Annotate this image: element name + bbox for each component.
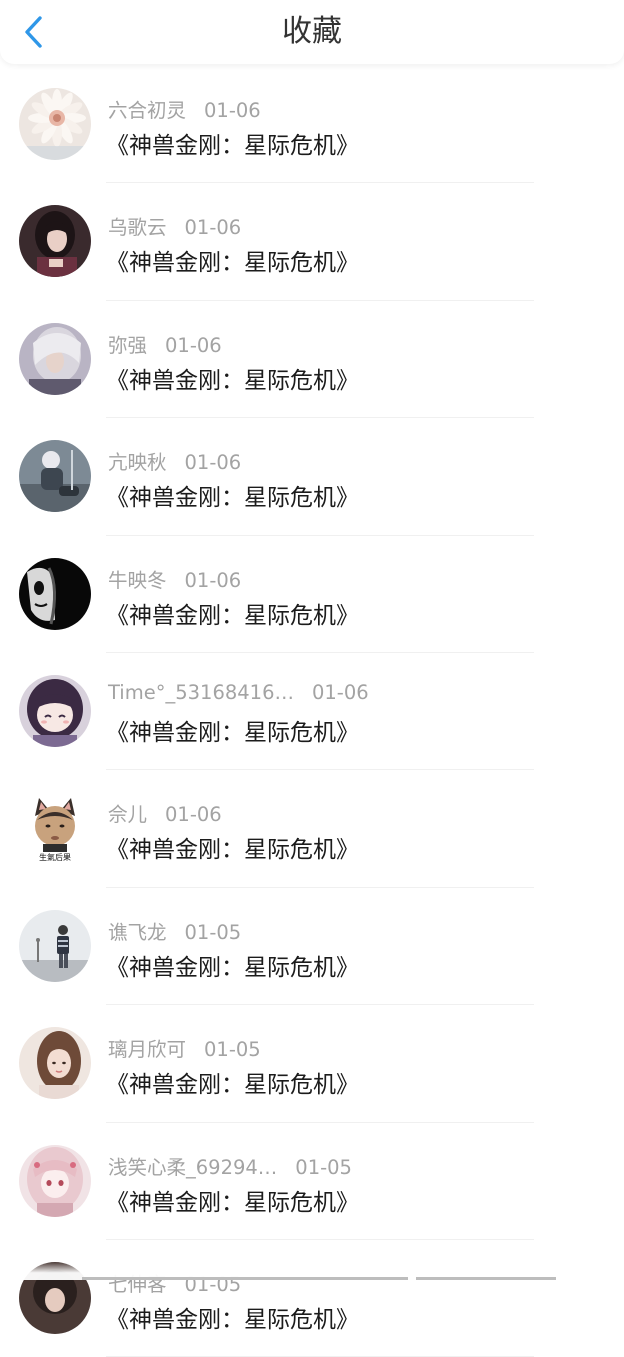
avatar[interactable] bbox=[19, 205, 91, 278]
item-date: 01-05 bbox=[184, 920, 242, 944]
user-name: 璃月欣可 bbox=[108, 1038, 187, 1062]
favorite-title: 《神兽金刚：星际危机》 bbox=[106, 837, 359, 864]
skater-avatar-icon bbox=[19, 440, 91, 513]
list-item[interactable]: 乌歌云 01-06 《神兽金刚：星际危机》 bbox=[0, 183, 624, 301]
avatar[interactable] bbox=[19, 1144, 91, 1217]
item-date: 01-05 bbox=[204, 1038, 261, 1062]
girl-portrait-avatar-icon bbox=[19, 1027, 91, 1100]
avatar[interactable]: 生氣后果 bbox=[19, 792, 91, 865]
item-meta: 弥强 01-06 bbox=[108, 329, 222, 358]
item-meta: 浅笑心柔_69294… 01-05 bbox=[108, 1151, 352, 1180]
avatar[interactable] bbox=[19, 88, 91, 160]
item-date: 01-06 bbox=[165, 333, 222, 357]
item-meta: 佘儿 01-06 bbox=[108, 798, 222, 827]
item-meta: Time°_53168416… 01-06 bbox=[108, 681, 369, 704]
page-title: 收藏 bbox=[282, 14, 342, 49]
list-item[interactable]: 六合初灵 01-06 《神兽金刚：星际危机》 bbox=[0, 66, 624, 184]
item-date: 01-06 bbox=[204, 99, 261, 122]
list-item[interactable]: 亢映秋 01-06 《神兽金刚：星际危机》 bbox=[0, 418, 624, 536]
user-name: 佘儿 bbox=[108, 803, 148, 827]
item-meta: 亢映秋 01-06 bbox=[108, 446, 241, 475]
item-meta: 乌歌云 01-06 bbox=[108, 211, 241, 240]
top-navigation-bar: 收藏 bbox=[0, 0, 624, 64]
avatar[interactable] bbox=[19, 322, 91, 395]
favorite-title: 《神兽金刚：星际危机》 bbox=[106, 133, 359, 159]
favorite-title: 《神兽金刚：星际危机》 bbox=[106, 250, 359, 277]
avatar-badge-text: 生氣后果 bbox=[39, 852, 71, 862]
favorite-title: 《神兽金刚：星际危机》 bbox=[106, 367, 359, 394]
anime-girl-avatar-icon bbox=[19, 674, 91, 747]
user-name: Time°_53168416… bbox=[108, 680, 294, 704]
favorite-title: 《神兽金刚：星际危机》 bbox=[106, 602, 359, 629]
dark-hair-girl-avatar-icon bbox=[19, 205, 91, 278]
item-meta: 璃月欣可 01-05 bbox=[108, 1033, 261, 1062]
item-meta: 牛映冬 01-06 bbox=[108, 564, 241, 593]
favorite-title: 《神兽金刚：星际危机》 bbox=[106, 485, 359, 512]
user-name: 亢映秋 bbox=[108, 451, 167, 475]
avatar[interactable] bbox=[19, 557, 91, 630]
favorite-title: 《神兽金刚：星际危机》 bbox=[106, 719, 359, 746]
avatar[interactable] bbox=[19, 909, 91, 982]
list-item[interactable]: 璃月欣可 01-05 《神兽金刚：星际危机》 bbox=[0, 1005, 624, 1123]
avatar[interactable] bbox=[19, 440, 91, 513]
user-name: 六合初灵 bbox=[108, 99, 187, 122]
user-name: 浅笑心柔_69294… bbox=[108, 1155, 278, 1179]
user-name: 乌歌云 bbox=[108, 216, 167, 240]
list-item[interactable]: 弥强 01-06 《神兽金刚：星际危机》 bbox=[0, 301, 624, 419]
item-date: 01-05 bbox=[295, 1155, 352, 1179]
item-meta: 六合初灵 01-06 bbox=[108, 94, 261, 123]
favorite-title: 《神兽金刚：星际危机》 bbox=[106, 1072, 359, 1099]
item-meta: 谯飞龙 01-05 bbox=[108, 916, 241, 945]
mask-avatar-icon bbox=[19, 557, 91, 630]
favorite-title: 《神兽金刚：星际危机》 bbox=[106, 1189, 359, 1216]
list-item[interactable]: 谯飞龙 01-05 《神兽金刚：星际危机》 bbox=[0, 888, 624, 1006]
item-date: 01-06 bbox=[184, 216, 242, 240]
avatar[interactable] bbox=[19, 1027, 91, 1100]
cat-ears-baby-avatar-icon: 生氣后果 bbox=[19, 792, 91, 865]
user-name: 谯飞龙 bbox=[108, 920, 167, 944]
flower-avatar-icon bbox=[19, 88, 91, 160]
item-date: 01-06 bbox=[184, 451, 242, 475]
list-item[interactable]: 生氣后果 佘儿 01-06 《神兽金刚：星际危机》 bbox=[0, 770, 624, 888]
avatar[interactable] bbox=[19, 674, 91, 747]
silver-hair-avatar-icon bbox=[19, 322, 91, 395]
favorite-title: 《神兽金刚：星际危机》 bbox=[106, 1306, 359, 1333]
item-date: 01-06 bbox=[311, 680, 369, 704]
list-item[interactable]: 七伸客 01-05 《神兽金刚：星际危机》 bbox=[0, 1240, 624, 1357]
pink-anime-avatar-icon bbox=[19, 1144, 91, 1217]
item-date: 01-06 bbox=[184, 568, 242, 592]
street-photo-avatar-icon bbox=[19, 909, 91, 982]
item-date: 01-06 bbox=[165, 803, 222, 827]
list-item[interactable]: Time°_53168416… 01-06 《神兽金刚：星际危机》 bbox=[0, 653, 624, 771]
user-name: 牛映冬 bbox=[108, 568, 167, 592]
list-item[interactable]: 牛映冬 01-06 《神兽金刚：星际危机》 bbox=[0, 536, 624, 653]
list-item[interactable]: 浅笑心柔_69294… 01-05 《神兽金刚：星际危机》 bbox=[0, 1123, 624, 1240]
favorite-title: 《神兽金刚：星际危机》 bbox=[106, 954, 359, 981]
user-name: 弥强 bbox=[108, 333, 148, 357]
favorites-list: 六合初灵 01-06 《神兽金刚：星际危机》 乌歌云 01-06 《神兽金刚：星际危… bbox=[0, 66, 624, 1357]
